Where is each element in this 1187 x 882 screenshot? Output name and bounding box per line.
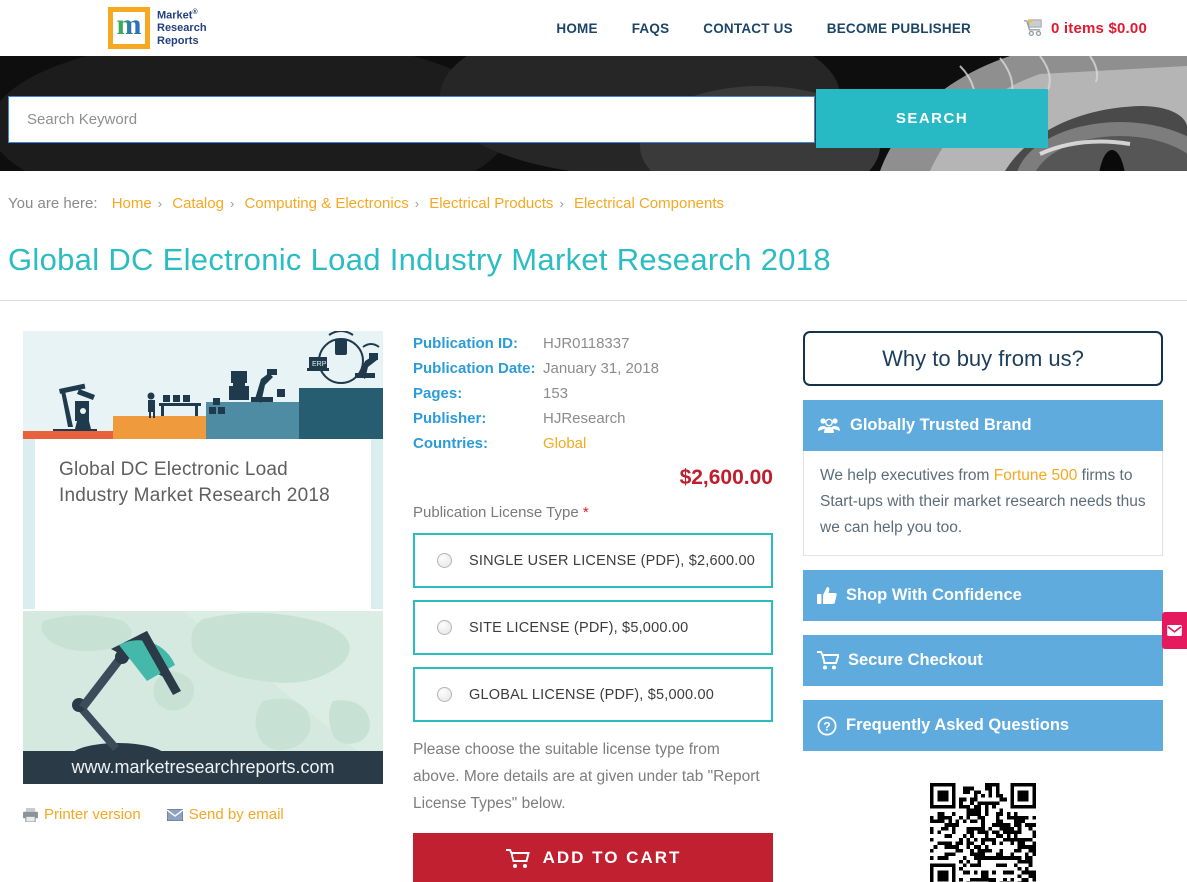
why-buy-heading: Why to buy from us?: [803, 331, 1163, 386]
mail-tab-envelope-icon: [1167, 625, 1182, 636]
add-to-cart-button[interactable]: ADD TO CART: [413, 833, 773, 882]
product-actions: Printer version Send by email: [23, 806, 383, 823]
trusted-brand-text: We help executives from Fortune 500 firm…: [803, 451, 1163, 556]
email-icon: [167, 809, 183, 821]
send-by-email-link[interactable]: Send by email: [167, 806, 284, 823]
price: $2,600.00: [413, 466, 773, 490]
printer-version-link[interactable]: Printer version: [23, 806, 141, 823]
cart-icon: [1023, 19, 1045, 37]
breadcrumb: You are here: Home› Catalog› Computing &…: [8, 195, 1187, 212]
search-button[interactable]: SEARCH: [816, 89, 1048, 148]
breadcrumb-catalog[interactable]: Catalog: [172, 195, 224, 212]
license-type-label: Publication License Type *: [413, 504, 773, 521]
printer-icon: [23, 808, 38, 822]
main-nav: HOME FAQS CONTACT US BECOME PUBLISHER 0 …: [556, 19, 1147, 37]
users-icon: [817, 417, 841, 434]
breadcrumb-computing-electronics[interactable]: Computing & Electronics: [244, 195, 408, 212]
breadcrumb-prefix: You are here:: [8, 195, 98, 212]
radio-single-user[interactable]: [437, 553, 452, 568]
nav-faqs[interactable]: FAQS: [632, 21, 670, 36]
cover-website-text: www.marketresearchreports.com: [70, 757, 334, 777]
secure-cart-icon: [817, 651, 839, 670]
radio-site[interactable]: [437, 620, 452, 635]
detail-row-publication-date: Publication Date: January 31, 2018: [413, 356, 773, 381]
question-icon: ?: [817, 716, 837, 736]
breadcrumb-home[interactable]: Home: [112, 195, 152, 212]
nav-contact-us[interactable]: CONTACT US: [703, 21, 793, 36]
product-details-column: Publication ID: HJR0118337 Publication D…: [413, 331, 773, 882]
breadcrumb-electrical-components[interactable]: Electrical Components: [574, 195, 724, 212]
product-cover-image: ERP Global DC Electronic Load Industry M…: [23, 331, 383, 784]
search-input[interactable]: [8, 96, 815, 143]
header-cart-link[interactable]: 0 items $0.00: [1023, 19, 1147, 37]
banner-secure-checkout[interactable]: Secure Checkout: [803, 635, 1163, 686]
product-image-column: ERP Global DC Electronic Load Industry M…: [23, 331, 383, 882]
content-columns: ERP Global DC Electronic Load Industry M…: [23, 331, 1163, 882]
sidebar-column: Why to buy from us? Globally Trusted Bra…: [803, 331, 1163, 882]
breadcrumb-electrical-products[interactable]: Electrical Products: [429, 195, 553, 212]
add-to-cart-icon: [505, 847, 531, 869]
page: m Market® Research Reports HOME FAQS CON…: [0, 0, 1187, 882]
hero-banner: SEARCH: [0, 56, 1187, 171]
detail-row-pages: Pages: 153: [413, 381, 773, 406]
lamp-map-illustration: www.marketresearchreports.com: [23, 611, 383, 784]
detail-row-publisher: Publisher: HJResearch: [413, 406, 773, 431]
banner-shop-with-confidence[interactable]: Shop With Confidence: [803, 570, 1163, 621]
svg-text:?: ?: [823, 719, 830, 733]
countries-global-link[interactable]: Global: [543, 435, 586, 452]
banner-faq[interactable]: ? Frequently Asked Questions: [803, 700, 1163, 751]
logo[interactable]: m Market® Research Reports: [108, 7, 207, 49]
nav-home[interactable]: HOME: [556, 21, 597, 36]
registered-mark: ®: [192, 9, 197, 16]
industry-illustration: ERP: [23, 331, 383, 439]
nav-become-publisher[interactable]: BECOME PUBLISHER: [827, 21, 971, 36]
cart-total: 0 items $0.00: [1051, 20, 1147, 37]
title-divider: [0, 300, 1187, 301]
cover-title-band: Global DC Electronic Load Industry Marke…: [23, 439, 383, 609]
qr-code: [930, 783, 1036, 882]
license-note: Please choose the suitable license type …: [413, 736, 768, 817]
header: m Market® Research Reports HOME FAQS CON…: [0, 0, 1187, 56]
thumbs-up-icon: [817, 586, 837, 605]
page-title: Global DC Electronic Load Industry Marke…: [8, 242, 1187, 278]
newsletter-mail-tab[interactable]: [1162, 612, 1187, 649]
banner-globally-trusted[interactable]: Globally Trusted Brand: [803, 400, 1163, 451]
detail-row-countries: Countries: Global: [413, 431, 773, 456]
svg-text:ERP: ERP: [312, 361, 327, 368]
fortune-500-link[interactable]: Fortune 500: [994, 467, 1078, 484]
detail-row-publication-id: Publication ID: HJR0118337: [413, 331, 773, 356]
license-option-single-user[interactable]: SINGLE USER LICENSE (PDF), $2,600.00: [413, 533, 773, 588]
logo-monogram-box: m: [108, 7, 150, 49]
logo-text: Market® Research Reports: [157, 9, 207, 48]
license-option-site[interactable]: SITE LICENSE (PDF), $5,000.00: [413, 600, 773, 655]
radio-global[interactable]: [437, 687, 452, 702]
logo-m: m: [117, 10, 142, 40]
cover-title: Global DC Electronic Load Industry Marke…: [59, 457, 357, 508]
required-asterisk: *: [583, 504, 589, 521]
license-option-global[interactable]: GLOBAL LICENSE (PDF), $5,000.00: [413, 667, 773, 722]
